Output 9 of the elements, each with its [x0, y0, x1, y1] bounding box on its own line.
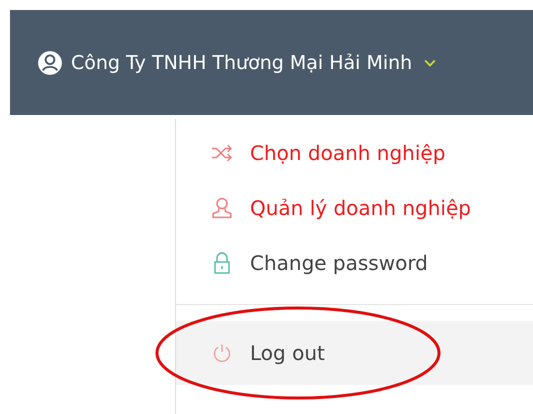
shuffle-icon [210, 144, 234, 162]
user-icon [210, 196, 234, 218]
chevron-down-icon [424, 58, 436, 66]
menu-item[interactable]: Chọn doanh nghiệp [176, 125, 533, 180]
menu-item[interactable]: Log out [176, 321, 533, 385]
menu-item[interactable]: Quản lý doanh nghiệp [176, 180, 533, 235]
account-menu-button[interactable]: Công Ty TNHH Thương Mại Hải Minh [10, 50, 436, 76]
menu-item[interactable]: Change password [176, 235, 533, 290]
user-avatar-icon [37, 50, 63, 76]
